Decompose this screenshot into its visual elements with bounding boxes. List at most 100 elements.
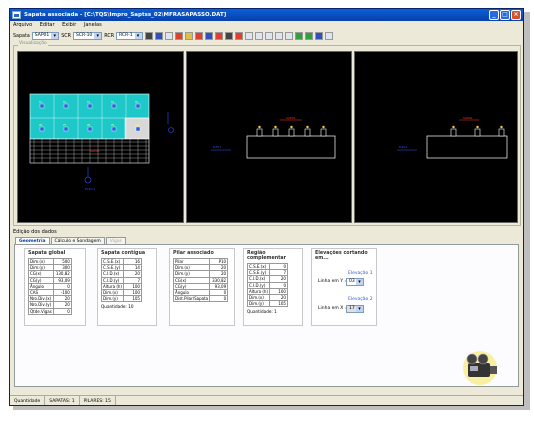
maximize-button[interactable]: □ [500,10,510,20]
window-title: Sapata associada - [C:\TQS\Impro_Saptss_… [24,12,227,18]
table-row: Dim.(y) 105 [247,300,288,308]
delete-icon[interactable] [194,32,203,40]
svg-text:P6: P6 [39,123,43,127]
app-icon [12,11,21,19]
sapata-global-table: Dim.(x) 500 Dim.(y) 300 CG(x) 130,82 CG(y) 93,0… [28,257,72,315]
elevacao-2-label: Linha em X = [318,306,349,311]
sapata-select[interactable]: SAP01 [31,32,60,40]
svg-text:ELEV.2: ELEV.2 [399,145,408,149]
svg-text:P4: P4 [111,100,115,104]
table-row: Dim.(y) 105 [101,295,142,303]
field-value[interactable]: 0 [52,307,72,315]
rcr-select[interactable]: RCR-1 [116,32,143,40]
visualization-group: Visualização P1 P2 P3 P4 P5 P6 P7 P8 P9 … [13,41,521,226]
status-sapatas: SAPATAS: 1 [45,396,80,405]
sapata-global-box: Sapata global Dim.(x) 500 Dim.(y) 300 CG(x) 1… [24,248,86,326]
pilar-associado-title: Pilar associado [173,251,214,256]
svg-text:SAP01: SAP01 [90,149,100,153]
svg-text:SAP01: SAP01 [286,116,296,120]
scr-label: SCR [61,33,71,39]
field-value[interactable]: 330,82 [209,276,229,284]
rcr-label: RCR [104,33,115,39]
zoom-window-icon[interactable] [264,32,273,40]
menu-bar: Arquivo Editar Exibir Janelas [10,21,523,30]
regiao-quantity: Quantidade: 1 [247,309,277,315]
field-value[interactable]: 105 [122,295,142,303]
close-button[interactable]: × [511,10,521,20]
field-value[interactable]: 105 [268,300,288,308]
grid-icon[interactable] [224,32,233,40]
menu-janelas[interactable]: Janelas [84,22,102,28]
table-row: Altura (h) 100 [101,282,142,290]
table-row: Qtde.Vigas 0 [28,307,72,315]
regiao-complementar-table: C.S.E.(x) 0 C.S.E.(y) 7 C.I.D.(x) 20 C.I.D.(y)… [247,262,288,308]
add-icon[interactable] [174,32,183,40]
field-value[interactable]: 130,82 [52,270,72,278]
elevacao-2-select[interactable]: 17 [346,305,364,313]
zoom-out-icon[interactable] [254,32,263,40]
field-label: Altura (h) [247,287,270,295]
menu-editar[interactable]: Editar [40,22,55,28]
contigua-quantity: Quantidade: 10 [101,304,134,310]
field-label: Qtde.Vigas [28,307,54,315]
elevacao-1-label: Linha em Y = [318,279,349,284]
sapata-contigua-table: C.S.E.(x) 16 C.S.E.(y) 14 C.I.D.(x) 20 C.I.D.(… [101,257,142,303]
edit-title: Edição dos dados [13,229,57,235]
svg-text:P8: P8 [87,123,91,127]
menu-arquivo[interactable]: Arquivo [13,22,32,28]
visualization-label: Visualização [18,41,48,46]
status-quantidade: Quantidade [10,396,46,405]
plan-drawing: P1 P2 P3 P4 P5 P6 P7 P8 P9 P10 ELEV.1 SAP01 [29,93,174,191]
svg-text:ELEV.1: ELEV.1 [213,145,222,149]
elevacao-1-select[interactable]: 03 [346,278,364,286]
render-icon[interactable] [304,32,313,40]
copy-icon[interactable] [204,32,213,40]
field-label: Altura (h) [101,282,124,290]
table-row: Nro.Div.(y) 20 [28,301,72,309]
title-bar: Sapata associada - [C:\TQS\Impro_Saptss_… [10,9,523,21]
svg-text:P9: P9 [111,123,115,127]
elevation-1-view[interactable]: SAP01 ELEV.1 [186,51,352,223]
elevacoes-title: Elevações cortando em... [315,251,368,261]
scr-select[interactable]: SCR-10 [73,32,103,40]
view-3d-icon[interactable] [294,32,303,40]
calc-icon[interactable] [314,32,323,40]
regiao-complementar-title: Região complementar [247,251,287,261]
elevacoes-box: Elevações cortando em... Elevação 1 Linh… [311,248,377,326]
sapata-contigua-title: Sapata contígua [101,251,146,256]
svg-text:P7: P7 [63,123,67,127]
field-label: Nro.Div.(y) [28,301,54,309]
sapata-global-title: Sapata global [28,251,66,256]
svg-text:P10: P10 [135,123,140,127]
pan-icon[interactable] [284,32,293,40]
field-value[interactable]: 0 [209,295,229,303]
elevacao-1-title: Elevação 1 [348,271,373,276]
remove-icon[interactable] [214,32,223,40]
field-label: Dist.Pilar/Sapata [172,295,211,303]
pilar-associado-table: Pilar P10 Dim.(x) 20 Dim.(y) 20 CG(x) 330,82 CG(… [172,257,229,303]
zoom-all-icon[interactable] [274,32,283,40]
sapata-label: Sapata [13,33,30,39]
status-bar: Quantidade SAPATAS: 1 PILARES: 15 [10,395,523,405]
table-row: Altura (h) 100 [247,287,288,295]
elevation-2-view[interactable]: SAP01 ELEV.2 [354,51,518,223]
camera-icon[interactable] [456,348,506,394]
field-label: Dim.(y) [101,295,124,303]
edit-icon[interactable] [184,32,193,40]
table-row: Dist.Pilar/Sapata 0 [172,295,229,303]
save-icon[interactable] [144,32,153,40]
new-icon[interactable] [164,32,173,40]
toolbar: Sapata SAP01 SCR SCR-10 RCR RCR-1 [10,30,523,42]
elevation-1-drawing: SAP01 ELEV.1 [211,116,336,159]
print-icon[interactable] [154,32,163,40]
minimize-button[interactable]: _ [489,10,499,20]
plan-view[interactable]: P1 P2 P3 P4 P5 P6 P7 P8 P9 P10 ELEV.1 SAP01 [17,51,184,223]
svg-text:P2: P2 [63,100,67,104]
menu-exibir[interactable]: Exibir [62,22,76,28]
cancel-icon[interactable] [234,32,243,40]
regiao-complementar-box: Região complementar C.S.E.(x) 0 C.S.E.(y) 7… [243,248,303,326]
svg-text:SAP01: SAP01 [463,116,473,120]
help-icon[interactable] [324,32,333,40]
zoom-in-icon[interactable] [244,32,253,40]
svg-text:ELEV.1: ELEV.1 [85,187,95,191]
